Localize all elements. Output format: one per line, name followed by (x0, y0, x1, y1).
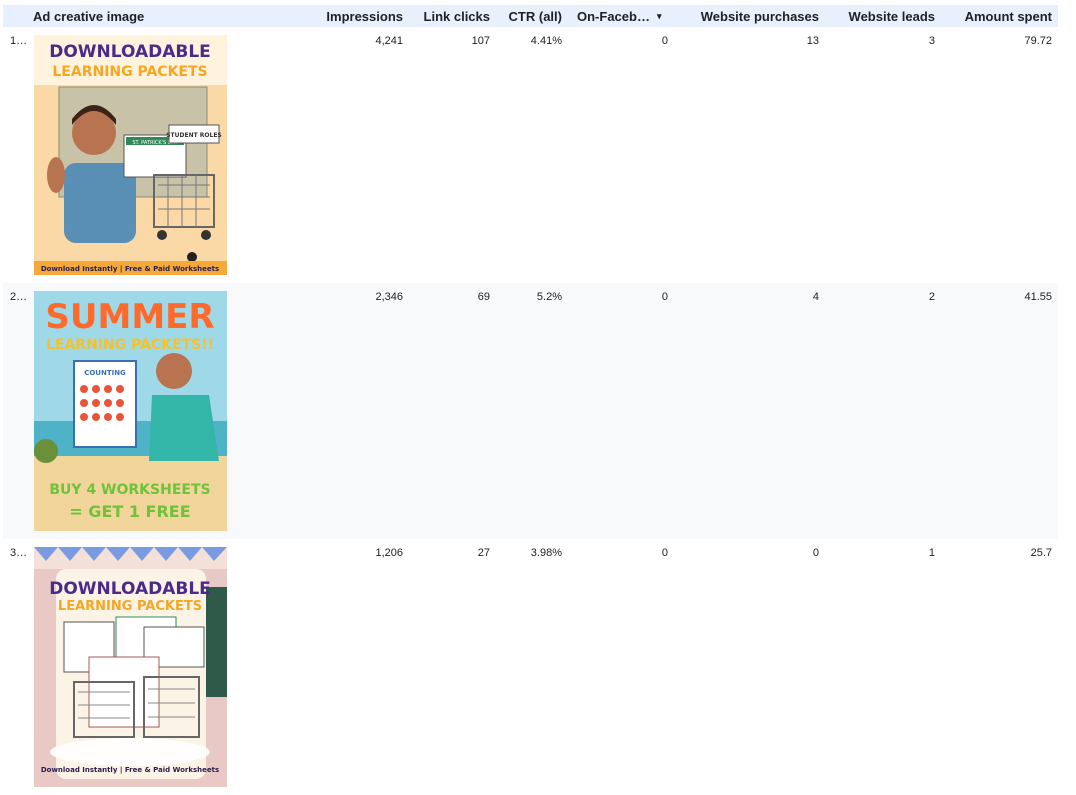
col-link-clicks[interactable]: Link clicks (424, 9, 490, 24)
cell-link-clicks: 107 (471, 35, 490, 47)
cell-on-facebook: 0 (661, 291, 668, 303)
creative-title1: SUMMER (45, 297, 214, 337)
creative-title2: LEARNING PACKETS (58, 599, 202, 614)
creative-tag2: STUDENT ROLES (166, 132, 222, 139)
creative-title2: LEARNING PACKETS!! (46, 337, 214, 353)
creative-line2: = GET 1 FREE (69, 502, 190, 521)
cell-on-facebook: 0 (661, 35, 668, 47)
cell-ctr-all: 3.98% (530, 547, 562, 559)
cell-amount-spent: 41.55 (1024, 291, 1052, 303)
row-index: 2… (10, 291, 28, 303)
col-website-purchases[interactable]: Website purchases (701, 9, 819, 24)
cell-amount-spent: 25.7 (1030, 547, 1052, 559)
cell-impressions: 4,241 (375, 35, 403, 47)
creative-line1: BUY 4 WORKSHEETS (49, 482, 210, 498)
table-row[interactable]: 2… SUMMER LEARNING PACKETS!! COUNTING BU… (3, 283, 1058, 539)
creative-footer: Download Instantly | Free & Paid Workshe… (41, 265, 219, 274)
cell-website-leads: 3 (928, 35, 935, 47)
table-header: Ad creative image Impressions Link click… (3, 5, 1058, 27)
cell-link-clicks: 27 (477, 547, 490, 559)
col-on-facebook[interactable]: On-Faceb… (577, 9, 650, 24)
sort-caret-icon[interactable]: ▾ (657, 11, 662, 22)
cell-on-facebook: 0 (661, 547, 668, 559)
creative-title2: LEARNING PACKETS (52, 64, 207, 80)
cell-website-leads: 1 (928, 547, 935, 559)
creative-title1: DOWNLOADABLE (49, 42, 211, 62)
col-website-leads[interactable]: Website leads (849, 9, 935, 24)
col-impressions[interactable]: Impressions (326, 9, 403, 24)
creative-title1: DOWNLOADABLE (49, 579, 211, 599)
table-row[interactable]: 3… DOWNLOADABLE LEARNING PACKETS Downloa… (3, 539, 1058, 795)
cell-website-purchases: 4 (812, 291, 819, 303)
ad-creative-thumbnail[interactable]: DOWNLOADABLE LEARNING PACKETS ST. PATRIC… (34, 35, 227, 275)
cell-ctr-all: 4.41% (530, 35, 562, 47)
ads-report-table: Ad creative image Impressions Link click… (3, 5, 1058, 795)
ad-creative-thumbnail[interactable]: DOWNLOADABLE LEARNING PACKETS Download I… (34, 547, 227, 787)
creative-sheet: COUNTING (84, 369, 126, 377)
col-ad-creative-image[interactable]: Ad creative image (33, 9, 144, 24)
row-index: 3… (10, 547, 28, 559)
cell-ctr-all: 5.2% (536, 291, 562, 303)
ad-creative-thumbnail[interactable]: SUMMER LEARNING PACKETS!! COUNTING BUY 4… (34, 291, 227, 531)
cell-link-clicks: 69 (477, 291, 490, 303)
cell-website-leads: 2 (928, 291, 935, 303)
table-row[interactable]: 1… DOWNLOADABLE LEARNING PACKETS ST. PAT… (3, 27, 1058, 283)
creative-footer: Download Instantly | Free & Paid Workshe… (41, 766, 219, 775)
cell-impressions: 1,206 (375, 547, 403, 559)
row-index: 1… (10, 35, 28, 47)
cell-impressions: 2,346 (375, 291, 403, 303)
col-ctr-all[interactable]: CTR (all) (509, 9, 562, 24)
cell-website-purchases: 13 (806, 35, 819, 47)
cell-website-purchases: 0 (812, 547, 819, 559)
cell-amount-spent: 79.72 (1024, 35, 1052, 47)
col-amount-spent[interactable]: Amount spent (965, 9, 1052, 24)
